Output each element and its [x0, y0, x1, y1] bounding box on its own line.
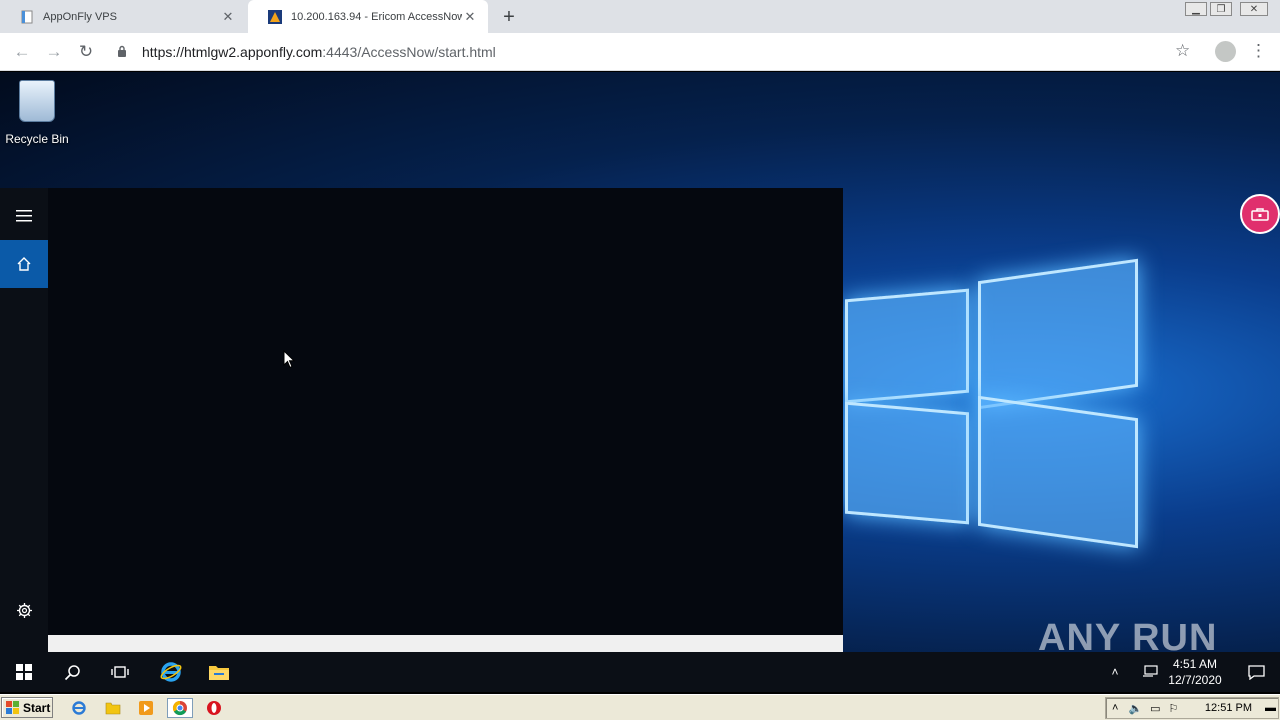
file-explorer-icon[interactable]	[195, 652, 243, 692]
system-tray: ˄ 🔈 ▭ ⚐ 12:51 PM ▬	[1105, 697, 1279, 719]
start-button[interactable]: Start	[1, 697, 53, 718]
browser-toolbar: ← → ↻ https://htmlgw2.apponfly.com:4443/…	[0, 33, 1280, 71]
start-menu-rail	[0, 188, 48, 652]
search-icon[interactable]	[48, 652, 96, 692]
toolbox-icon[interactable]	[1240, 194, 1280, 234]
windows-flag-icon	[6, 700, 19, 714]
home-icon[interactable]	[0, 240, 48, 288]
minimize-icon[interactable]: ▁	[1185, 2, 1207, 16]
internet-explorer-icon[interactable]	[70, 699, 88, 717]
taskbar-clock[interactable]: 4:51 AM 12/7/2020	[1164, 656, 1226, 688]
show-hidden-icons-icon[interactable]: ˄	[1112, 702, 1118, 714]
ericom-icon	[268, 9, 282, 24]
opera-icon[interactable]	[205, 699, 223, 717]
menu-dots-icon[interactable]: ⋮	[1250, 41, 1267, 61]
tab-apponfly-vps[interactable]: AppOnFly VPS ✕	[0, 0, 246, 33]
windows-logo-pane	[845, 288, 969, 404]
forward-arrow-icon[interactable]: →	[43, 41, 65, 63]
remote-desktop[interactable]: Recycle Bin ANY RUN	[0, 72, 1280, 652]
settings-icon[interactable]	[0, 586, 48, 634]
desktop-icon-label: Recycle Bin	[5, 132, 69, 146]
close-tab-icon[interactable]: ✕	[220, 9, 236, 25]
flag-icon[interactable]: ⚐	[1169, 702, 1179, 715]
profile-avatar-icon[interactable]	[1215, 41, 1236, 62]
address-bar[interactable]: https://htmlgw2.apponfly.com:4443/Access…	[111, 38, 1205, 66]
tab-title: AppOnFly VPS	[43, 10, 117, 23]
bookmark-star-icon[interactable]: ☆	[1175, 41, 1190, 61]
volume-icon[interactable]: 🔈	[1128, 702, 1142, 715]
network-icon[interactable]	[1138, 652, 1162, 692]
internet-explorer-icon[interactable]	[147, 652, 195, 692]
tab-ericom-accessnow[interactable]: 10.200.163.94 - Ericom AccessNow ✕	[248, 0, 488, 33]
start-menu	[0, 188, 843, 652]
windows-logo-pane	[978, 258, 1138, 410]
url-host: https://htmlgw2.apponfly.com	[142, 44, 323, 60]
reload-icon[interactable]: ↻	[75, 41, 97, 63]
tab-title: 10.200.163.94 - Ericom AccessNow	[291, 10, 462, 23]
page-icon	[20, 10, 34, 24]
windows-logo-pane	[978, 395, 1138, 549]
anyrun-watermark: ANY RUN	[1038, 617, 1218, 652]
tab-strip: AppOnFly VPS ✕ 10.200.163.94 - Ericom Ac…	[0, 0, 1280, 33]
action-center-icon[interactable]	[1232, 652, 1280, 692]
win10-taskbar: ˄ 4:51 AM 12/7/2020	[0, 652, 1280, 692]
desktop-icon[interactable]: ▬	[1265, 702, 1276, 714]
network-icon[interactable]: ▭	[1150, 702, 1160, 715]
media-player-icon[interactable]	[137, 699, 155, 717]
task-view-icon[interactable]	[96, 652, 144, 692]
chrome-icon[interactable]	[167, 698, 193, 718]
windows-logo-pane	[845, 401, 969, 525]
close-tab-icon[interactable]: ✕	[462, 9, 478, 25]
host-clock[interactable]: 12:51 PM	[1205, 702, 1252, 714]
clock-time: 4:51 AM	[1172, 657, 1218, 671]
start-label: Start	[23, 700, 51, 715]
lock-icon	[117, 45, 129, 60]
windows-start-icon[interactable]	[0, 652, 48, 692]
recycle-bin-icon	[19, 80, 55, 122]
desktop-icon-recycle-bin[interactable]: Recycle Bin	[0, 80, 74, 146]
url-path: :4443/AccessNow/start.html	[322, 44, 496, 60]
clock-date: 12/7/2020	[1168, 673, 1222, 687]
restore-icon[interactable]: ❐	[1210, 2, 1232, 16]
new-tab-button[interactable]: +	[498, 6, 520, 28]
folder-icon[interactable]	[104, 699, 122, 717]
back-arrow-icon[interactable]: ←	[11, 41, 33, 63]
start-search-box[interactable]	[48, 635, 843, 652]
close-icon[interactable]: ✕	[1240, 2, 1268, 16]
hamburger-menu-icon[interactable]	[0, 192, 48, 240]
host-taskbar: Start ˄ 🔈 ▭ ⚐ 12:51 PM ▬	[0, 694, 1280, 720]
show-hidden-icons-icon[interactable]: ˄	[1104, 652, 1126, 692]
